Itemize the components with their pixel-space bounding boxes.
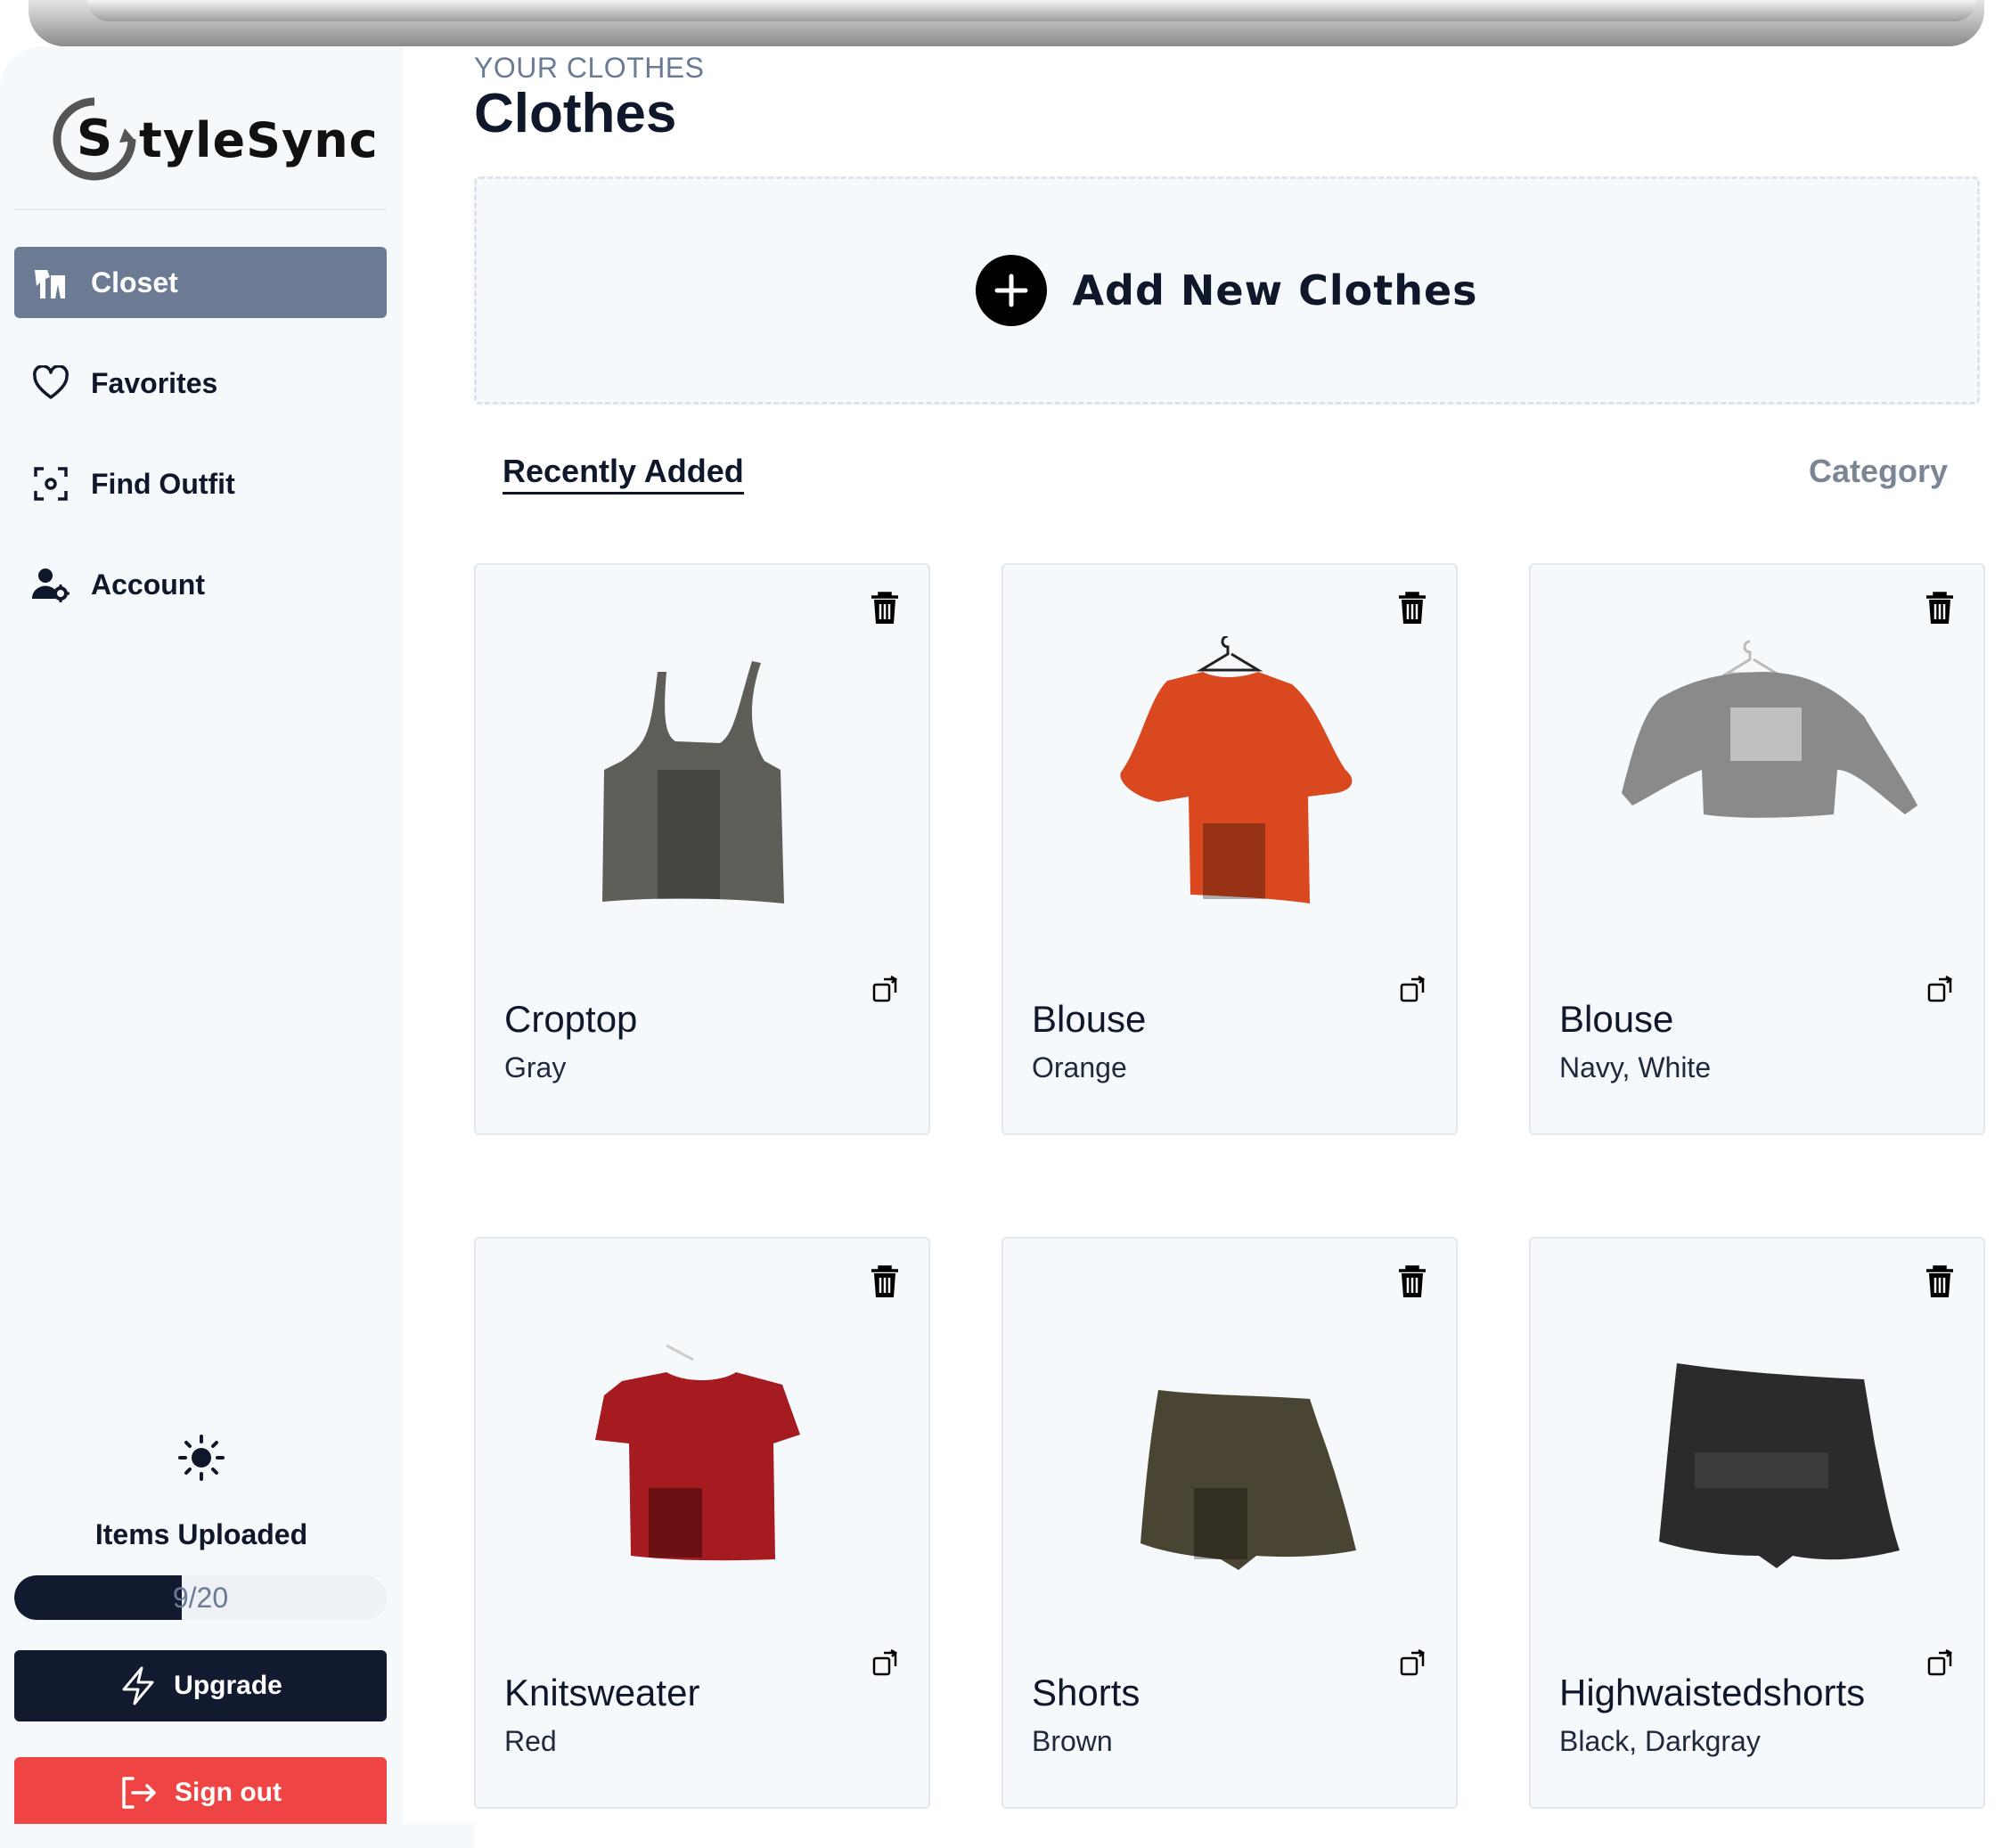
- sun-icon[interactable]: [178, 1435, 225, 1481]
- clothing-photo: [1622, 640, 1917, 818]
- trash-icon[interactable]: [870, 1265, 900, 1299]
- sidebar-item-label: Closet: [91, 266, 178, 298]
- clothing-name: Knitsweater: [504, 1672, 700, 1713]
- sidebar-item-label: Favorites: [91, 366, 218, 399]
- duplicate-icon[interactable]: [871, 1648, 900, 1677]
- trash-icon[interactable]: [870, 592, 900, 626]
- user-gear-icon: [30, 564, 71, 605]
- clothing-card[interactable]: Blouse Orange: [1002, 563, 1458, 1135]
- sign-out-label: Sign out: [175, 1778, 282, 1807]
- add-new-clothes-label: Add New Clothes: [1072, 266, 1478, 315]
- clothing-color: Black, Darkgray: [1559, 1725, 1761, 1757]
- trash-icon[interactable]: [1397, 592, 1427, 626]
- clothing-photo: [595, 1344, 800, 1561]
- sidebar-item-label: Find Outfit: [91, 467, 235, 500]
- page-eyebrow: YOUR CLOTHES: [474, 52, 705, 84]
- clothing-card[interactable]: Shorts Brown: [1002, 1237, 1458, 1809]
- stylesync-logo[interactable]: S tyleSync: [52, 96, 378, 185]
- sidebar-divider: [14, 209, 387, 210]
- tab-category[interactable]: Category: [1809, 453, 1948, 490]
- clothing-photo: [1120, 636, 1353, 904]
- duplicate-icon[interactable]: [871, 975, 900, 1003]
- clothing-card[interactable]: Blouse Navy, White: [1529, 563, 1985, 1135]
- clothing-card[interactable]: Highwaistedshorts Black, Darkgray: [1529, 1237, 1985, 1809]
- upgrade-button[interactable]: Upgrade: [14, 1650, 387, 1721]
- clothing-photo: [1140, 1390, 1356, 1570]
- trash-icon[interactable]: [1925, 1265, 1955, 1299]
- items-uploaded-progress: 9/20: [14, 1575, 387, 1620]
- footer-strip: [0, 1824, 474, 1848]
- sign-out-button[interactable]: Sign out: [14, 1757, 387, 1828]
- sidebar-item-label: Account: [91, 568, 205, 601]
- items-uploaded-title: Items Uploaded: [94, 1518, 308, 1550]
- sidebar-item-closet[interactable]: Closet: [14, 247, 387, 318]
- clothing-color: Gray: [504, 1051, 567, 1083]
- window-frame-highlight: [87, 0, 1976, 21]
- sidebar: S tyleSync Closet Favorites Find Outfit: [0, 46, 403, 1828]
- clothing-name: Highwaistedshorts: [1559, 1672, 1866, 1713]
- clothing-card[interactable]: Knitsweater Red: [474, 1237, 930, 1809]
- clothing-card[interactable]: Croptop Gray: [474, 563, 930, 1135]
- clothing-photo: [1659, 1363, 1900, 1568]
- sidebar-item-find-outfit[interactable]: Find Outfit: [14, 448, 387, 519]
- progress-text: 9/20: [172, 1581, 229, 1614]
- tab-recently-added[interactable]: Recently Added: [503, 453, 744, 495]
- clothing-color: Orange: [1032, 1051, 1127, 1083]
- logo-mark-icon: S: [53, 97, 136, 181]
- sidebar-item-favorites[interactable]: Favorites: [14, 348, 387, 419]
- duplicate-icon[interactable]: [1926, 975, 1955, 1003]
- duplicate-icon[interactable]: [1926, 1648, 1955, 1677]
- sidebar-item-account[interactable]: Account: [14, 549, 387, 620]
- clothing-name: Shorts: [1032, 1672, 1140, 1713]
- brand-name: tyleSync: [139, 112, 379, 168]
- svg-text:S: S: [77, 110, 112, 168]
- lightning-icon: [119, 1666, 158, 1705]
- clothing-name: Blouse: [1559, 998, 1674, 1040]
- duplicate-icon[interactable]: [1399, 1648, 1427, 1677]
- clothing-color: Red: [504, 1725, 557, 1757]
- app-window: S tyleSync Closet Favorites Find Outfit: [0, 46, 2003, 1848]
- trash-icon[interactable]: [1397, 1265, 1427, 1299]
- heart-icon: [30, 363, 71, 404]
- page-title: Clothes: [474, 83, 677, 144]
- clothing-name: Blouse: [1032, 998, 1147, 1040]
- add-new-clothes-button[interactable]: Add New Clothes: [474, 176, 1980, 405]
- plus-icon: [976, 255, 1048, 326]
- scan-icon: [30, 463, 71, 504]
- upgrade-label: Upgrade: [174, 1671, 282, 1700]
- clothing-color: Brown: [1032, 1725, 1113, 1757]
- clothing-color: Navy, White: [1559, 1051, 1712, 1083]
- clothing-photo: [602, 661, 784, 904]
- closet-icon: [30, 262, 71, 303]
- duplicate-icon[interactable]: [1399, 975, 1427, 1003]
- sign-out-icon: [119, 1773, 159, 1812]
- trash-icon[interactable]: [1925, 592, 1955, 626]
- window-frame-top: [29, 0, 1984, 46]
- clothing-name: Croptop: [504, 998, 638, 1040]
